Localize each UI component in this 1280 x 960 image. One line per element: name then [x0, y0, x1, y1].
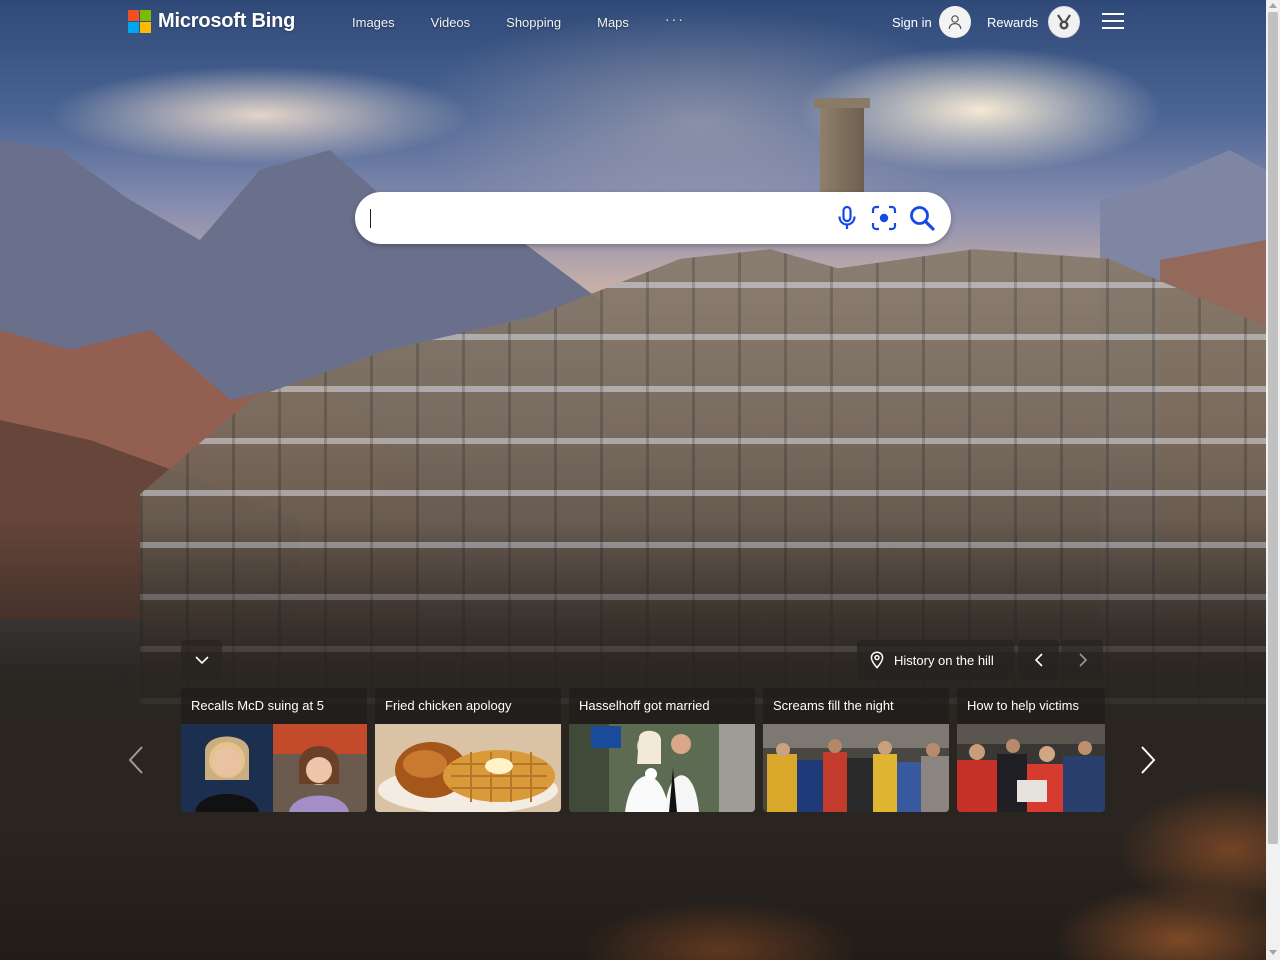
menu-line — [1102, 20, 1124, 22]
bell-tower — [814, 98, 870, 194]
bing-logo[interactable]: Microsoft Bing — [128, 10, 295, 33]
search-box — [355, 192, 951, 244]
sign-in-label: Sign in — [892, 14, 932, 30]
nav-maps[interactable]: Maps — [597, 15, 629, 30]
collapse-feed-button[interactable] — [181, 640, 222, 680]
search-icon[interactable] — [908, 204, 936, 232]
brand-name: Microsoft Bing — [158, 10, 296, 32]
page-scrollbar[interactable] — [1266, 0, 1280, 960]
news-next-arrow[interactable] — [1134, 742, 1162, 778]
nav-images[interactable]: Images — [352, 15, 395, 30]
medal-icon — [1048, 6, 1081, 38]
previous-image-button[interactable] — [1018, 640, 1059, 680]
chevron-right-icon — [1141, 746, 1156, 774]
chevron-down-icon — [194, 656, 209, 665]
chevron-right-icon — [1078, 653, 1087, 667]
logo-square-green — [140, 10, 151, 21]
rewards-label: Rewards — [987, 14, 1039, 30]
news-card-title: Recalls McD suing at 5 — [191, 698, 324, 713]
search-input[interactable] — [373, 202, 817, 236]
news-card-title: How to help victims — [967, 698, 1079, 713]
text-caret — [370, 209, 371, 228]
news-carousel: Recalls McD suing at 5 Fried chicken apo… — [181, 688, 1105, 812]
news-card[interactable]: Recalls McD suing at 5 — [181, 688, 367, 812]
menu-line — [1102, 27, 1124, 29]
logo-square-red — [128, 10, 139, 21]
nav-more-button[interactable]: ··· — [665, 11, 685, 30]
news-card[interactable]: How to help victims — [957, 688, 1105, 812]
image-location-button[interactable]: History on the hill — [857, 640, 1014, 680]
news-prev-arrow[interactable] — [122, 742, 150, 778]
next-image-button[interactable] — [1062, 640, 1103, 680]
visual-search-icon[interactable] — [870, 204, 898, 232]
news-card[interactable]: Fried chicken apology — [375, 688, 561, 812]
news-card-image — [957, 724, 1105, 812]
scroll-up-arrow-icon[interactable] — [1269, 3, 1277, 8]
chevron-left-icon — [128, 746, 143, 774]
news-card-image — [375, 724, 561, 812]
news-card-title: Screams fill the night — [773, 698, 894, 713]
news-card-title: Fried chicken apology — [385, 698, 512, 713]
news-card-image — [569, 724, 755, 812]
nav-videos[interactable]: Videos — [431, 15, 471, 30]
menu-icon[interactable] — [1102, 13, 1124, 31]
user-icon — [938, 6, 971, 38]
chevron-left-icon — [1034, 653, 1043, 667]
header: Microsoft Bing Images Videos Shopping Ma… — [0, 0, 1266, 46]
microsoft-logo-icon — [128, 10, 151, 33]
news-card-title: Hasselhoff got married — [579, 698, 710, 713]
location-label: History on the hill — [894, 652, 994, 668]
sign-in-button[interactable]: Sign in — [892, 6, 971, 38]
nav-shopping[interactable]: Shopping — [506, 15, 561, 30]
logo-square-blue — [128, 22, 139, 33]
news-card[interactable]: Hasselhoff got married — [569, 688, 755, 812]
scroll-thumb[interactable] — [1268, 12, 1278, 844]
logo-square-yellow — [140, 22, 151, 33]
news-card-image — [181, 724, 367, 812]
rewards-button[interactable]: Rewards — [987, 6, 1081, 38]
microphone-icon[interactable] — [833, 204, 861, 232]
background-image — [0, 0, 1266, 960]
news-card[interactable]: Screams fill the night — [763, 688, 949, 812]
location-pin-icon — [870, 651, 884, 669]
menu-line — [1102, 13, 1124, 15]
top-nav: Images Videos Shopping Maps ··· — [352, 11, 721, 30]
scroll-down-arrow-icon[interactable] — [1269, 950, 1277, 955]
news-card-image — [763, 724, 949, 812]
